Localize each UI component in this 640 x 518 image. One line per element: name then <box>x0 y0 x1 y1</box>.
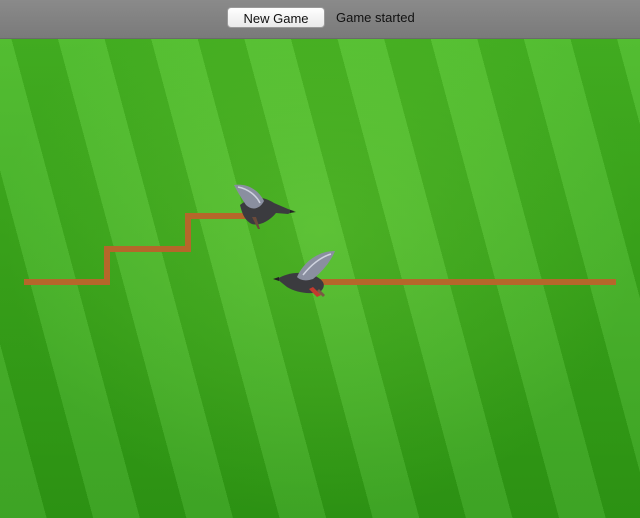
toolbar: New Game Game started <box>0 0 640 39</box>
game-canvas <box>24 184 616 297</box>
goose-icon <box>234 184 296 229</box>
status-label: Game started <box>336 10 415 25</box>
new-game-button[interactable]: New Game <box>227 7 325 28</box>
goose-icon <box>273 251 335 297</box>
path-left <box>24 213 250 285</box>
game-field[interactable] <box>0 39 640 518</box>
